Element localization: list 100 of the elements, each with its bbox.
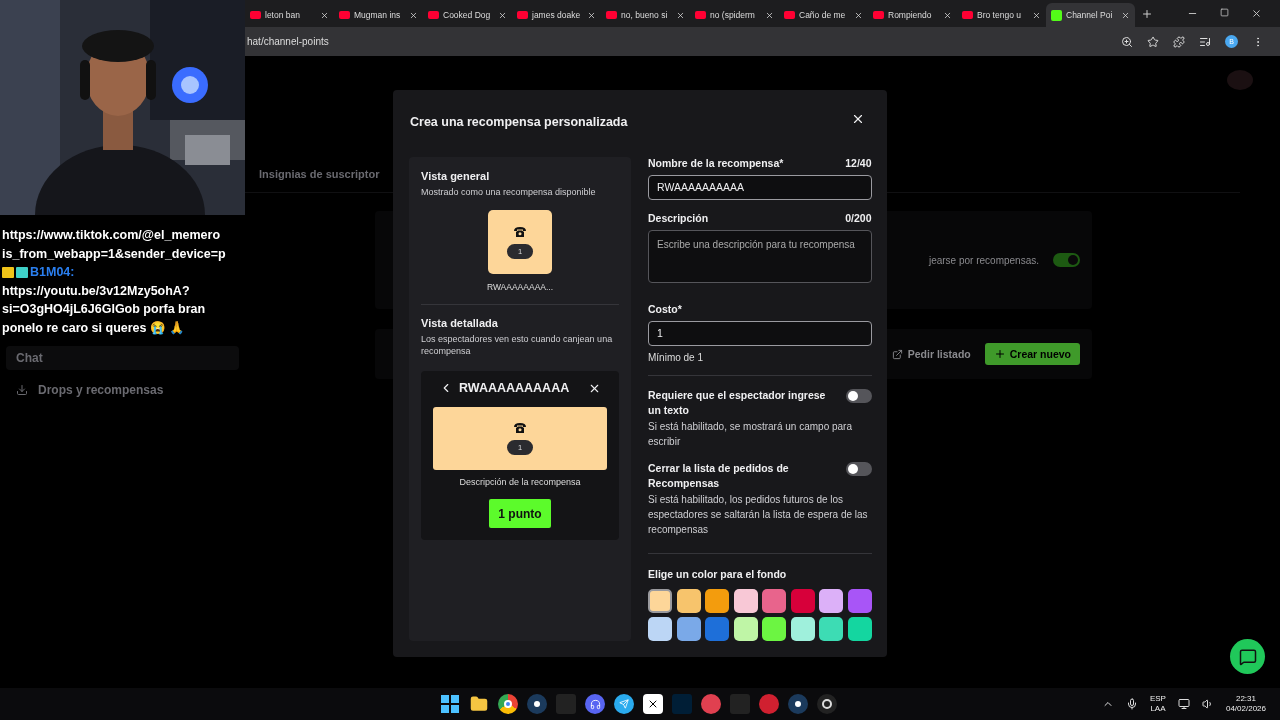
video-icon (428, 11, 439, 19)
speaker-icon[interactable] (1201, 698, 1214, 710)
chat-message: ponelo re caro si queres 😭 🙏 (2, 319, 187, 337)
color-swatch[interactable] (790, 617, 815, 641)
close-icon[interactable] (409, 10, 418, 20)
create-button[interactable]: Crear nuevo (984, 343, 1080, 365)
media-icon[interactable] (1199, 35, 1211, 48)
reward-description: Descripción de la recompensa (459, 477, 581, 487)
chat-message: is_from_webapp=1&sender_device=p (2, 245, 227, 263)
redeem-button[interactable]: 1 punto (489, 499, 551, 528)
color-swatch[interactable] (762, 617, 786, 641)
windows-icon[interactable] (440, 694, 460, 714)
browser-tab[interactable]: james doake (512, 3, 601, 27)
download-icon (16, 384, 28, 396)
maximize-icon[interactable] (1220, 8, 1229, 17)
browser-tab[interactable]: leton ban (245, 3, 334, 27)
color-swatch[interactable] (648, 588, 672, 613)
toggle-switch[interactable] (1053, 253, 1080, 267)
close-icon[interactable] (498, 10, 507, 20)
browser-tab[interactable]: Rompiendo (868, 3, 957, 27)
toggle-description: Si está habilitado, se mostrará un campo para escribir (648, 419, 853, 449)
color-swatch[interactable] (676, 588, 701, 613)
field-hint: Mínimo de 1 (648, 351, 705, 363)
close-icon[interactable] (943, 10, 952, 20)
request-link[interactable]: Pedir listado (891, 348, 971, 360)
browser-tab[interactable]: Channel Poi (1046, 3, 1135, 27)
video-icon (606, 11, 617, 19)
close-icon[interactable] (1121, 10, 1130, 20)
circle-icon[interactable] (701, 694, 721, 714)
crown-badge-icon (2, 266, 14, 278)
language-text[interactable]: LAA (1150, 704, 1166, 714)
color-swatch[interactable] (733, 588, 758, 613)
page-tab[interactable]: Insignias de suscriptor (245, 166, 394, 192)
color-swatch[interactable] (762, 588, 786, 613)
sidebar-item[interactable]: Chat (6, 346, 239, 370)
close-icon[interactable] (765, 10, 774, 20)
star-icon[interactable] (1147, 35, 1159, 48)
browser-icon[interactable] (498, 694, 518, 714)
dialog-title: Crea una recompensa personalizada (410, 115, 628, 129)
chat-username[interactable]: B1M04: (30, 263, 75, 282)
close-icon[interactable] (854, 10, 863, 20)
color-swatch[interactable] (705, 617, 729, 641)
steam-icon[interactable] (788, 694, 808, 714)
browser-tab[interactable]: no, bueno si (601, 3, 690, 27)
color-swatch[interactable] (819, 617, 843, 641)
color-swatch[interactable] (705, 588, 729, 613)
video-icon (517, 11, 528, 19)
browser-tab[interactable]: Cooked Dog (423, 3, 512, 27)
browser-tab[interactable]: Mugman ins (334, 3, 423, 27)
paper-plane-icon[interactable] (614, 694, 634, 714)
color-swatch[interactable] (733, 617, 758, 641)
toggle-switch[interactable] (845, 388, 872, 403)
browser-tab[interactable]: Bro tengo u (957, 3, 1046, 27)
close-icon[interactable] (1032, 10, 1041, 20)
scissors-icon[interactable] (643, 694, 663, 714)
clock-time[interactable]: 22:31 (1235, 694, 1256, 704)
toggle-switch[interactable] (845, 461, 872, 476)
close-icon[interactable] (320, 10, 329, 20)
microphone-icon[interactable] (1125, 698, 1138, 710)
text-field[interactable]: 1 (648, 320, 872, 346)
color-swatch[interactable] (819, 588, 843, 613)
browser-tab[interactable]: Caño de me (779, 3, 868, 27)
clock-date[interactable]: 04/02/2026 (1225, 704, 1266, 714)
color-swatch[interactable] (847, 617, 872, 641)
color-swatch[interactable] (676, 617, 701, 641)
text-field[interactable]: RWAAAAAAAAAA (648, 175, 872, 200)
character-counter: 12/40 (845, 157, 872, 169)
recorder-icon[interactable] (817, 694, 837, 714)
external-link-icon (891, 348, 903, 360)
color-swatch[interactable] (648, 617, 672, 641)
site-icon (1051, 9, 1062, 21)
address-field[interactable]: hat/channel-points (247, 36, 1107, 47)
color-swatch[interactable] (847, 588, 872, 613)
description-field[interactable]: Escribe una descripción para tu recompensa (648, 229, 872, 283)
close-icon[interactable] (676, 10, 685, 20)
close-icon[interactable] (587, 10, 596, 20)
zoom-icon[interactable] (1121, 35, 1133, 48)
plus-icon (993, 348, 1006, 360)
video-icon (695, 11, 706, 19)
sidebar-item[interactable]: Drops y recompensas (6, 378, 239, 402)
browser-tab[interactable]: no (spiderm (690, 3, 779, 27)
puzzle-icon[interactable] (1173, 35, 1185, 48)
color-swatch[interactable] (790, 588, 815, 613)
section-subtitle: Los espectadores ven esto cuando canjean una recompensa (421, 333, 614, 357)
chat-message: https://www.tiktok.com/@el_memero (2, 227, 222, 244)
chat-icon (1238, 647, 1257, 666)
steam-icon[interactable] (527, 694, 547, 714)
monitor-icon[interactable] (1177, 698, 1190, 710)
chat-bubble-icon[interactable] (585, 694, 605, 714)
field-label: Nombre de la recompensa* (648, 157, 784, 169)
section-title: Elige un color para el fondo (648, 567, 788, 580)
close-button[interactable] (851, 112, 865, 126)
toggle-title: Requiere que el espectador ingrese un texto (648, 387, 827, 418)
close-icon[interactable] (1251, 8, 1262, 19)
section-title: Vista general (421, 170, 491, 182)
new-tab-button[interactable] (1141, 7, 1153, 20)
folder-icon[interactable] (469, 694, 489, 714)
language-text[interactable]: ESP (1149, 694, 1166, 704)
reward-name: RWAAAAAAAA... (486, 282, 554, 292)
setting-text: jearse por recompensas. (928, 254, 1039, 266)
